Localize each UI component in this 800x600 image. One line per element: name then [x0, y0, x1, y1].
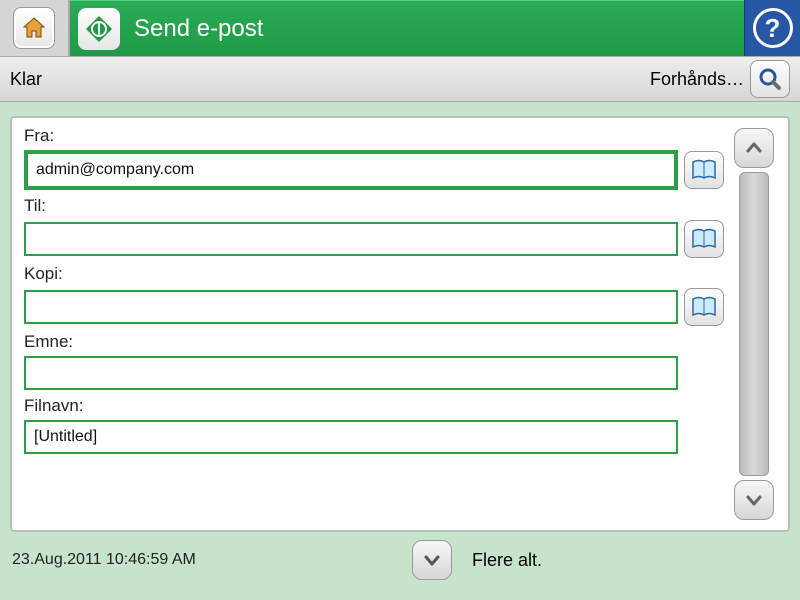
title-bar: Send e-post ? [0, 0, 800, 56]
to-field-group: Til: [24, 196, 724, 258]
chevron-down-icon [422, 550, 442, 570]
magnifier-icon [758, 67, 782, 91]
cc-label: Kopi: [24, 264, 724, 284]
preview-label: Forhånds… [650, 69, 744, 90]
addressbook-icon [691, 228, 717, 250]
help-icon: ? [753, 8, 793, 48]
start-icon [78, 8, 120, 50]
scrollbar [732, 126, 776, 522]
to-input[interactable] [24, 222, 678, 256]
cc-input[interactable] [24, 290, 678, 324]
status-text: Klar [10, 69, 42, 90]
form-panel: Fra: Til: [10, 116, 790, 532]
chevron-up-icon [744, 138, 764, 158]
footer: 23.Aug.2011 10:46:59 AM Flere alt. [0, 532, 800, 588]
chevron-down-icon [744, 490, 764, 510]
help-button[interactable]: ? [744, 0, 800, 56]
subject-input[interactable] [24, 356, 678, 390]
filename-input[interactable] [24, 420, 678, 454]
to-addressbook-button[interactable] [684, 220, 724, 258]
scroll-down-button[interactable] [734, 480, 774, 520]
from-input[interactable] [24, 150, 678, 190]
title-area: Send e-post [70, 0, 744, 56]
addressbook-icon [691, 159, 717, 181]
cc-field-group: Kopi: [24, 264, 724, 326]
from-label: Fra: [24, 126, 724, 146]
subject-label: Emne: [24, 332, 724, 352]
scroll-track[interactable] [739, 172, 769, 476]
more-options-label: Flere alt. [472, 550, 542, 571]
from-field-group: Fra: [24, 126, 724, 190]
subject-field-group: Emne: [24, 332, 724, 390]
to-label: Til: [24, 196, 724, 216]
addressbook-icon [691, 296, 717, 318]
home-button[interactable] [0, 0, 70, 56]
preview-button[interactable] [750, 60, 790, 98]
more-options-button[interactable] [412, 540, 452, 580]
scroll-up-button[interactable] [734, 128, 774, 168]
cc-addressbook-button[interactable] [684, 288, 724, 326]
timestamp: 23.Aug.2011 10:46:59 AM [12, 551, 392, 569]
status-bar: Klar Forhånds… [0, 56, 800, 102]
page-title: Send e-post [134, 15, 263, 43]
from-addressbook-button[interactable] [684, 151, 724, 189]
home-icon [13, 7, 55, 49]
filename-field-group: Filnavn: [24, 396, 724, 454]
filename-label: Filnavn: [24, 396, 724, 416]
